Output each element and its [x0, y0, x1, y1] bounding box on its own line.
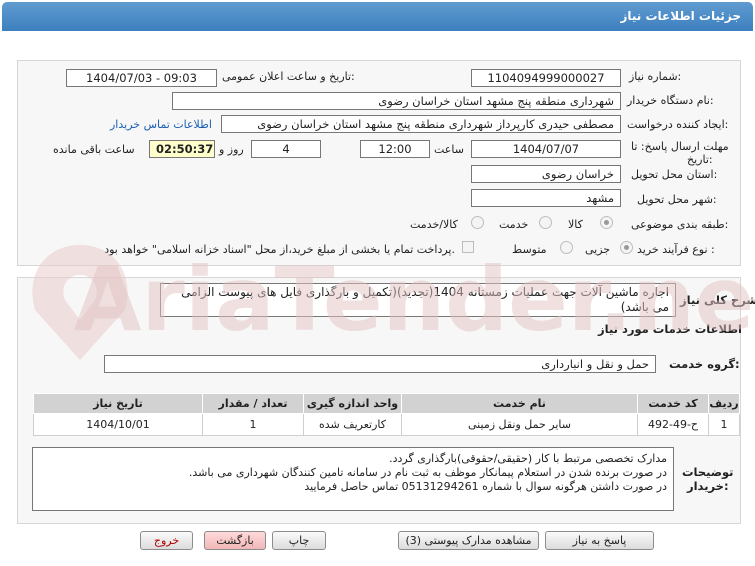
category-radio-goods[interactable]: [600, 216, 613, 229]
deadline-label: مهلت ارسال پاسخ: تا: [631, 140, 729, 153]
service-group-field: حمل و نقل و انبارداری: [104, 355, 656, 373]
col-unit: واحد اندازه گیری: [303, 393, 402, 414]
buyer-contact-link[interactable]: اطلاعات تماس خریدار: [110, 118, 212, 131]
buyer-field: شهرداری منطقه پنج مشهد استان خراسان رضوی: [172, 92, 621, 110]
buyer-notes-textarea[interactable]: مدارک تخصصی مرتبط با کار (حقیقی/حقوقی)با…: [32, 447, 674, 511]
countdown-timer: 02:50:37: [149, 140, 215, 158]
col-need-date: تاریخ نیاز: [33, 393, 203, 414]
summary-label: شرح کلی نیاز:: [680, 293, 755, 307]
process-label: نوع فرآیند خرید :: [637, 243, 715, 256]
process-option-minor: جزیی: [585, 243, 611, 256]
back-button[interactable]: بازگشت: [204, 531, 266, 550]
print-button[interactable]: چاپ: [272, 531, 326, 550]
process-radio-minor[interactable]: [620, 241, 633, 254]
deadline-date-field: 1404/07/07: [471, 140, 621, 158]
cell-unit: کارتعریف شده: [303, 413, 402, 436]
days-label: روز و: [219, 143, 244, 156]
cell-quantity: 1: [202, 413, 304, 436]
announce-date-field: 1404/07/03 - 09:03: [66, 69, 217, 87]
category-option-goods-service: کالا/خدمت: [410, 218, 458, 231]
col-quantity: تعداد / مقدار: [202, 393, 304, 414]
cell-service-code: ح-49-492: [637, 413, 709, 436]
col-service-name: نام خدمت: [401, 393, 638, 414]
province-field: خراسان رضوی: [471, 165, 621, 183]
note-line: در صورت داشتن هرگونه سوال با شماره 05131…: [304, 480, 667, 493]
buyer-label: نام دستگاه خریدار:: [627, 94, 714, 107]
need-info-panel: [17, 60, 741, 266]
note-line: در صورت برنده شدن در استعلام پیمانکار مو…: [188, 466, 667, 479]
services-table: ردیف کد خدمت نام خدمت واحد اندازه گیری ت…: [33, 393, 740, 436]
category-option-service: خدمت: [499, 218, 529, 231]
reply-button[interactable]: پاسخ به نیاز: [545, 531, 654, 550]
services-section-title: اطلاعات خدمات مورد نیاز: [598, 322, 742, 336]
view-attachments-button[interactable]: مشاهده مدارک پیوستی (3): [398, 531, 539, 550]
exit-button[interactable]: خروج: [140, 531, 193, 550]
category-radio-goods-service[interactable]: [471, 216, 484, 229]
note-line: مدارک تخصصی مرتبط با کار (حقیقی/حقوقی)با…: [389, 452, 667, 465]
category-radio-service[interactable]: [539, 216, 552, 229]
col-row-number: ردیف: [708, 393, 740, 414]
city-label: شهر محل تحویل:: [637, 193, 717, 206]
services-table-header: ردیف کد خدمت نام خدمت واحد اندازه گیری ت…: [33, 393, 740, 414]
summary-textarea[interactable]: اجاره ماشین آلات جهت عملیات زمستانه 1404…: [160, 283, 676, 317]
window-title-bar: جزئیات اطلاعات نیاز: [2, 2, 753, 31]
category-option-goods: کالا: [568, 218, 583, 231]
announce-date-label: تاریخ و ساعت اعلان عمومی:: [222, 70, 355, 83]
buyer-notes-label: توضیحات: [682, 465, 734, 479]
days-remaining-field: 4: [251, 140, 321, 158]
buyer-notes-label-2: خریدار:: [687, 479, 729, 493]
service-group-label: گروه خدمت:: [669, 357, 740, 371]
city-field: مشهد: [471, 189, 621, 207]
creator-label: ایجاد کننده درخواست:: [627, 118, 729, 131]
window-title: جزئیات اطلاعات نیاز: [620, 9, 741, 23]
cell-service-name: سایر حمل ونقل زمینی: [401, 413, 638, 436]
treasury-payment-note: پرداخت تمام یا بخشی از مبلغ خرید،از محل …: [104, 243, 455, 256]
deadline-time-label: ساعت: [434, 143, 464, 156]
process-radio-medium[interactable]: [560, 241, 573, 254]
treasury-payment-checkbox[interactable]: [462, 241, 474, 253]
need-number-field: 1104094999000027: [471, 69, 621, 87]
creator-field: مصطفی حیدری کارپرداز شهرداری منطقه پنج م…: [221, 115, 621, 133]
cell-row-number: 1: [708, 413, 740, 436]
province-label: استان محل تحویل:: [631, 168, 718, 181]
deadline-date-label: تاریخ:: [687, 153, 713, 166]
cell-need-date: 1404/10/01: [33, 413, 203, 436]
col-service-code: کد خدمت: [637, 393, 709, 414]
need-number-label: شماره نیاز:: [629, 70, 682, 83]
process-option-medium: متوسط: [512, 243, 547, 256]
remaining-label: ساعت باقی مانده: [53, 143, 135, 156]
category-label: طبقه بندی موضوعی:: [631, 218, 729, 231]
deadline-time-field: 12:00: [360, 140, 430, 158]
table-row: 1 ح-49-492 سایر حمل ونقل زمینی کارتعریف …: [33, 413, 740, 436]
